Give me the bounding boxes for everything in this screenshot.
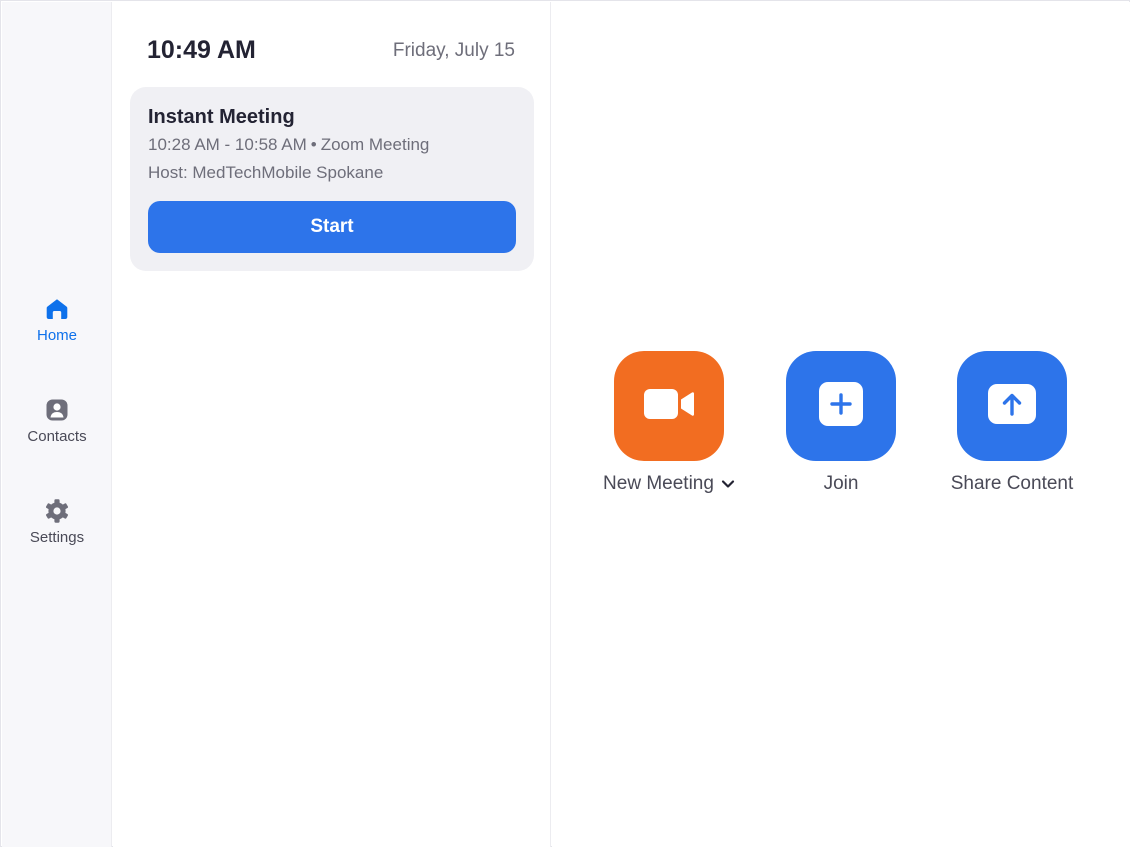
contacts-icon	[44, 397, 70, 423]
meeting-type: Zoom Meeting	[320, 135, 430, 154]
app-window: Home Contacts Settings 10:49 AM Friday, …	[0, 0, 1130, 847]
gear-icon	[44, 498, 70, 524]
join-action[interactable]: Join	[766, 351, 916, 495]
video-camera-icon	[642, 387, 696, 426]
upload-arrow-icon	[987, 383, 1037, 430]
new-meeting-action[interactable]: New Meeting	[594, 351, 744, 495]
start-button[interactable]: Start	[148, 201, 516, 253]
new-meeting-button[interactable]	[614, 351, 724, 461]
sidebar-item-label: Settings	[29, 529, 85, 546]
plus-icon	[818, 381, 864, 432]
sidebar: Home Contacts Settings	[2, 2, 112, 847]
sidebar-item-home[interactable]: Home	[2, 296, 112, 344]
sidebar-item-label: Contacts	[27, 428, 87, 445]
current-date: Friday, July 15	[392, 40, 515, 61]
share-content-action[interactable]: Share Content	[937, 351, 1087, 495]
new-meeting-label: New Meeting	[603, 473, 714, 494]
separator-dot: •	[310, 135, 317, 154]
sidebar-item-settings[interactable]: Settings	[2, 498, 112, 546]
sidebar-item-label: Home	[36, 327, 77, 344]
new-meeting-label-row: New Meeting	[603, 473, 735, 495]
meetings-panel: 10:49 AM Friday, July 15 Instant Meeting…	[113, 2, 551, 847]
share-content-button[interactable]	[957, 351, 1067, 461]
meeting-host: Host: MedTechMobile Spokane	[148, 163, 384, 182]
meeting-time-row: 10:28 AM - 10:58 AM • Zoom Meeting	[148, 135, 429, 155]
meeting-card[interactable]: Instant Meeting 10:28 AM - 10:58 AM • Zoom…	[130, 87, 534, 271]
join-label: Join	[823, 473, 859, 494]
share-content-label: Share Content	[950, 473, 1074, 494]
meeting-title: Instant Meeting	[148, 106, 295, 128]
sidebar-item-contacts[interactable]: Contacts	[2, 397, 112, 445]
chevron-down-icon[interactable]	[721, 479, 735, 489]
home-actions: New Meeting Join Share Content	[552, 2, 1130, 847]
current-time: 10:49 AM	[147, 36, 256, 64]
meeting-time-range: 10:28 AM - 10:58 AM	[148, 135, 307, 154]
home-icon	[44, 296, 70, 322]
join-button[interactable]	[786, 351, 896, 461]
